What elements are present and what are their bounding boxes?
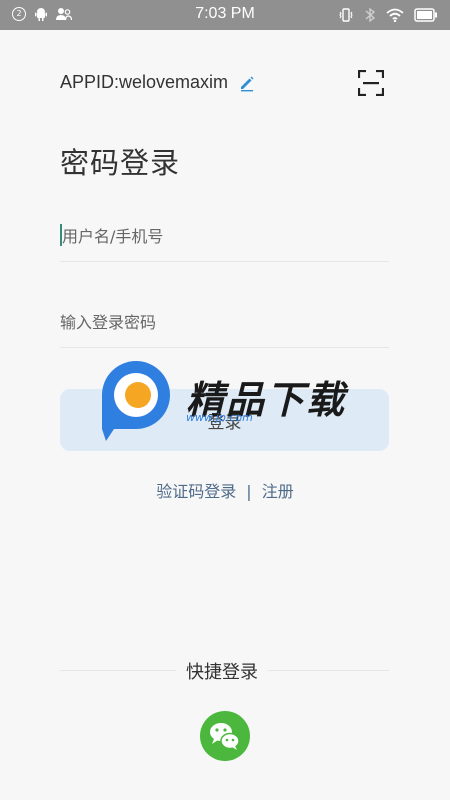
wechat-login-button[interactable] [200, 711, 250, 761]
appid-row: APPID:welovemaxim [60, 72, 256, 93]
battery-icon [414, 8, 437, 22]
bluetooth-icon [365, 7, 376, 23]
username-input[interactable] [60, 212, 391, 261]
login-button[interactable]: 登录 [60, 389, 389, 451]
vibrate-icon [339, 8, 353, 22]
secondary-links: 验证码登录 | 注册 [0, 478, 450, 502]
wechat-icon [210, 723, 240, 750]
wifi-icon [386, 8, 404, 22]
link-divider: | [246, 482, 252, 501]
quick-login-label: 快捷登录 [176, 658, 268, 684]
appid-label: APPID:welovemaxim [60, 72, 229, 92]
password-input[interactable] [60, 298, 389, 347]
status-bar: 2 7:03 PM [0, 0, 450, 30]
username-field-container [60, 212, 391, 262]
register-link[interactable]: 注册 [262, 478, 294, 502]
sms-login-link[interactable]: 验证码登录 [156, 478, 236, 502]
password-field-container [60, 298, 389, 348]
status-right-icons [338, 7, 438, 23]
page-title: 密码登录 [60, 146, 181, 180]
edit-icon[interactable] [238, 74, 256, 92]
scan-icon[interactable] [358, 70, 384, 96]
